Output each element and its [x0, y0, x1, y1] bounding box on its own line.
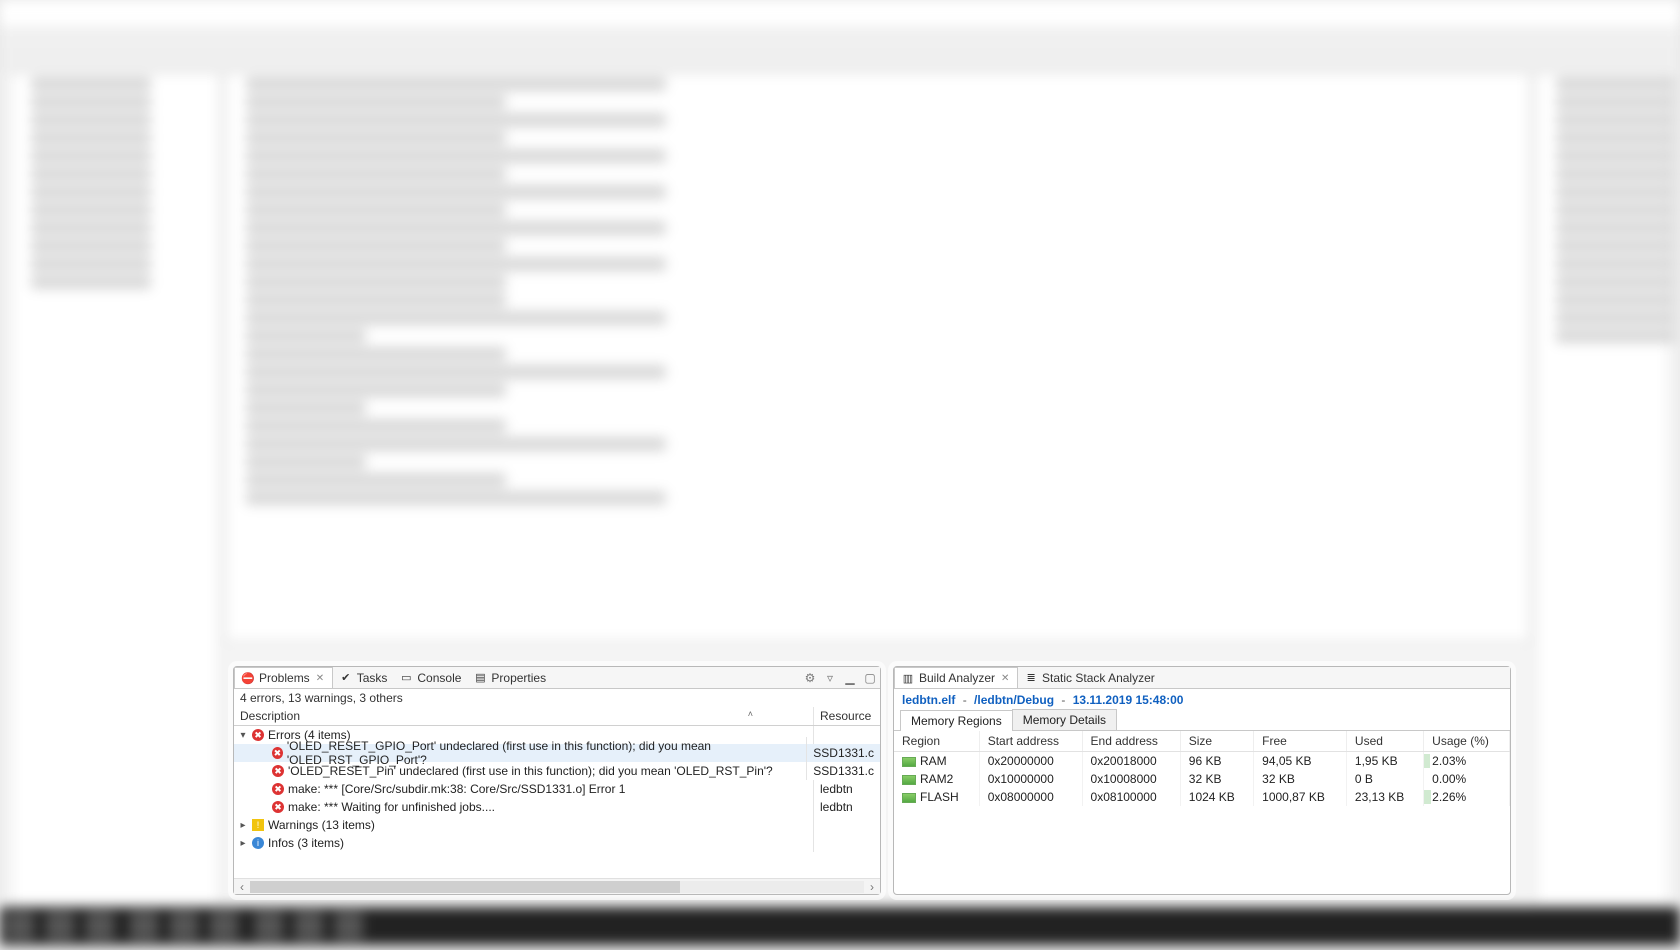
minimize-icon[interactable]: ▁	[842, 670, 858, 686]
tab-problems-label: Problems	[259, 671, 310, 685]
memory-row[interactable]: RAM0x200000000x2001800096 KB94,05 KB1,95…	[894, 752, 1510, 771]
subtab-memory-details[interactable]: Memory Details	[1012, 709, 1117, 730]
problems-summary: 4 errors, 13 warnings, 3 others	[234, 689, 880, 707]
build-date: 13.11.2019 15:48:00	[1073, 693, 1184, 707]
tab-tasks-label: Tasks	[357, 671, 388, 685]
tab-build-analyzer-label: Build Analyzer	[919, 671, 995, 685]
console-icon: ▭	[399, 671, 413, 685]
tab-static-stack[interactable]: ≣ Static Stack Analyzer	[1018, 667, 1161, 688]
chevron-right-icon[interactable]: ▸	[238, 838, 248, 849]
tab-tasks[interactable]: ✔ Tasks	[333, 667, 394, 688]
close-icon[interactable]: ✕	[316, 673, 326, 683]
memory-regions-table: Region Start address End address Size Fr…	[894, 731, 1510, 806]
chip-icon	[902, 775, 916, 785]
error-badge-icon: ✖	[272, 801, 284, 813]
build-subtabs: Memory Regions Memory Details	[894, 709, 1510, 731]
problem-resource: SSD1331.c	[807, 762, 880, 780]
build-header: ledbtn.elf - /ledbtn/Debug - 13.11.2019 …	[894, 689, 1510, 709]
tab-console-label: Console	[417, 671, 461, 685]
problem-desc: 'OLED_RESET_Pin' undeclared (first use i…	[288, 764, 773, 778]
group-infos[interactable]: ▸ i Infos (3 items)	[234, 834, 880, 852]
col-region: Region	[894, 731, 979, 752]
col-size: Size	[1180, 731, 1253, 752]
problem-resource: SSD1331.c	[807, 744, 880, 762]
chip-icon	[902, 757, 916, 767]
chart-icon: ▥	[901, 671, 915, 685]
tab-properties-label: Properties	[491, 671, 546, 685]
col-start: Start address	[979, 731, 1082, 752]
problems-tree[interactable]: ▾ ✖ Errors (4 items) ✖ 'OLED_RESET_GPIO_…	[234, 726, 880, 878]
view-menu-icon[interactable]: ▿	[822, 670, 838, 686]
group-warnings-label: Warnings (13 items)	[268, 818, 375, 832]
separator: -	[963, 693, 967, 707]
error-badge-icon: ✖	[272, 765, 284, 777]
error-badge-icon: ✖	[272, 747, 283, 759]
problem-desc: make: *** Waiting for unfinished jobs...…	[288, 800, 495, 814]
problem-resource: ledbtn	[814, 780, 880, 798]
sort-caret-icon: ˄	[748, 709, 753, 719]
elf-name: ledbtn.elf	[902, 693, 955, 707]
chevron-right-icon[interactable]: ▸	[238, 820, 248, 831]
chip-icon	[902, 793, 916, 803]
problem-row[interactable]: ✖ make: *** Waiting for unfinished jobs.…	[234, 798, 880, 816]
col-description-label: Description	[240, 709, 300, 723]
tab-properties[interactable]: ▤ Properties	[467, 667, 552, 688]
build-analyzer-panel: ▥ Build Analyzer ✕ ≣ Static Stack Analyz…	[893, 666, 1511, 895]
tab-build-analyzer[interactable]: ▥ Build Analyzer ✕	[894, 667, 1018, 688]
problem-row[interactable]: ✖ make: *** [Core/Src/subdir.mk:38: Core…	[234, 780, 880, 798]
col-end: End address	[1082, 731, 1180, 752]
close-icon[interactable]: ✕	[1001, 673, 1011, 683]
usage-bar	[1424, 754, 1430, 768]
col-free: Free	[1254, 731, 1347, 752]
problems-tabrow: ⛔ Problems ✕ ✔ Tasks ▭ Console ▤ Propert…	[234, 667, 880, 689]
info-badge-icon: i	[252, 837, 264, 849]
scroll-left-icon[interactable]: ‹	[234, 880, 250, 894]
problem-row[interactable]: ✖ 'OLED_RESET_Pin' undeclared (first use…	[234, 762, 880, 780]
col-usage: Usage (%)	[1424, 731, 1510, 752]
subtab-memory-regions[interactable]: Memory Regions	[900, 710, 1013, 731]
problem-desc: make: *** [Core/Src/subdir.mk:38: Core/S…	[288, 782, 625, 796]
warning-badge-icon: !	[252, 819, 264, 831]
properties-icon: ▤	[473, 671, 487, 685]
maximize-icon[interactable]: ▢	[862, 670, 878, 686]
tab-static-stack-label: Static Stack Analyzer	[1042, 671, 1155, 685]
col-used: Used	[1346, 731, 1423, 752]
memory-row[interactable]: FLASH0x080000000x081000001024 KB1000,87 …	[894, 788, 1510, 806]
scroll-right-icon[interactable]: ›	[864, 880, 880, 894]
group-warnings[interactable]: ▸ ! Warnings (13 items)	[234, 816, 880, 834]
separator: -	[1061, 693, 1065, 707]
error-icon: ⛔	[241, 671, 255, 685]
tasks-icon: ✔	[339, 671, 353, 685]
elf-path: /ledbtn/Debug	[974, 693, 1054, 707]
tab-problems[interactable]: ⛔ Problems ✕	[234, 667, 333, 688]
horizontal-scrollbar[interactable]: ‹ ›	[234, 878, 880, 894]
memory-table-header[interactable]: Region Start address End address Size Fr…	[894, 731, 1510, 752]
problem-resource: ledbtn	[814, 798, 880, 816]
col-resource-label: Resource	[814, 707, 880, 725]
tab-console[interactable]: ▭ Console	[393, 667, 467, 688]
usage-bar	[1424, 790, 1431, 804]
problems-column-header[interactable]: Description ˄ Resource	[234, 707, 880, 726]
filter-icon[interactable]: ⚙	[802, 670, 818, 686]
problems-panel: ⛔ Problems ✕ ✔ Tasks ▭ Console ▤ Propert…	[233, 666, 881, 895]
memory-row[interactable]: RAM20x100000000x1000800032 KB32 KB0 B0.0…	[894, 770, 1510, 788]
stack-icon: ≣	[1024, 671, 1038, 685]
group-infos-label: Infos (3 items)	[268, 836, 344, 850]
build-tabrow: ▥ Build Analyzer ✕ ≣ Static Stack Analyz…	[894, 667, 1510, 689]
error-badge-icon: ✖	[272, 783, 284, 795]
scroll-thumb[interactable]	[250, 881, 680, 893]
problem-row[interactable]: ✖ 'OLED_RESET_GPIO_Port' undeclared (fir…	[234, 744, 880, 762]
